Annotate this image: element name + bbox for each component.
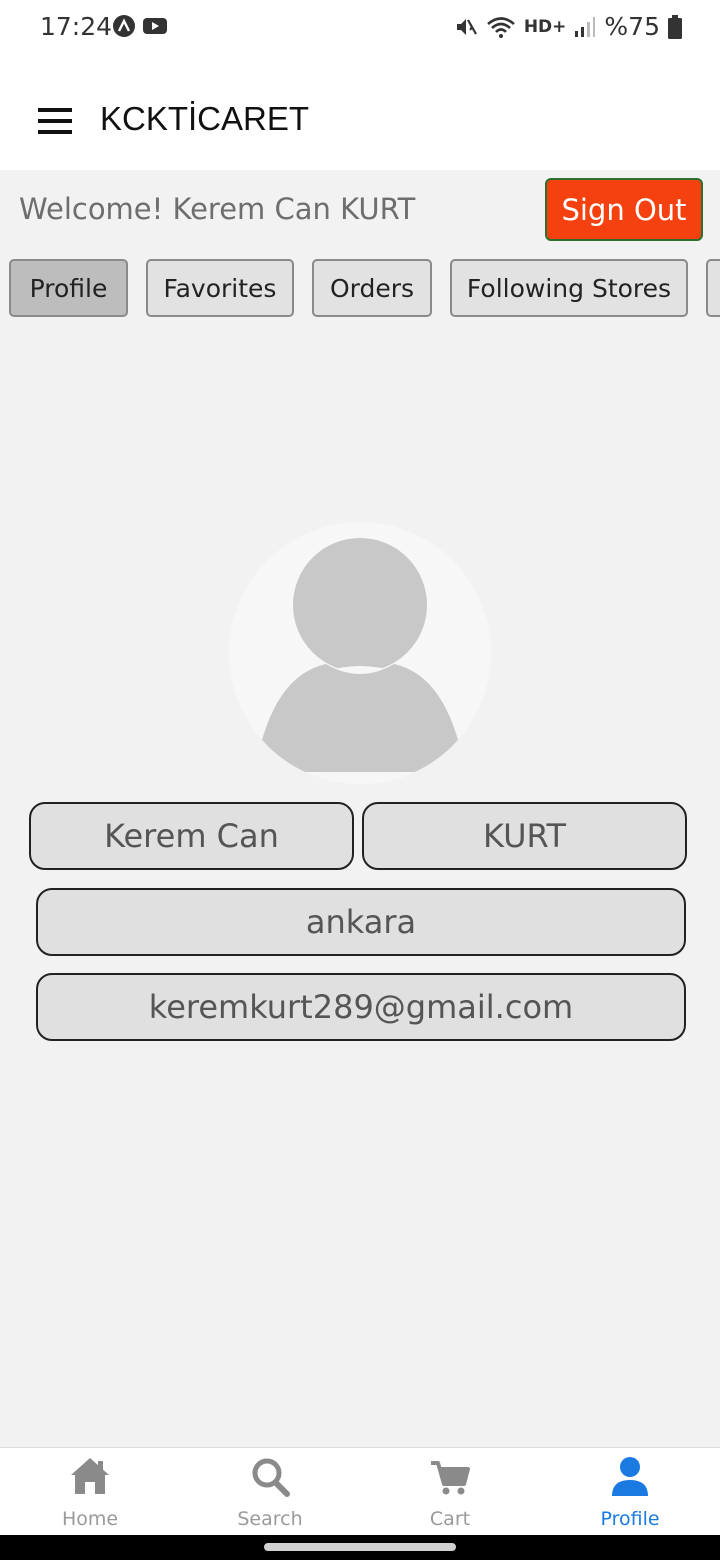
nav-search[interactable]: Search [180, 1448, 360, 1536]
home-gesture-handle[interactable] [264, 1543, 456, 1551]
youtube-icon [143, 18, 167, 34]
email-field[interactable]: keremkurt289@gmail.com [36, 973, 686, 1041]
tab-profile[interactable]: Profile [9, 259, 128, 317]
nav-cart-label: Cart [429, 1508, 471, 1530]
app-bar: KCKTİCARET [0, 56, 720, 170]
avatar-placeholder-icon [262, 533, 458, 772]
avatar[interactable] [229, 522, 491, 784]
status-right: HD+ %75 [454, 12, 682, 41]
welcome-text: Welcome! Kerem Can KURT [19, 192, 416, 226]
nav-home[interactable]: Home [0, 1448, 180, 1536]
app-title: KCKTİCARET [100, 100, 310, 137]
nav-profile[interactable]: Profile [540, 1448, 720, 1536]
nav-home-label: Home [61, 1508, 119, 1530]
tab-favorites[interactable]: Favorites [146, 259, 294, 317]
screen: 17:24 HD+ %75 KCKTİCARET Welcome! Kerem … [0, 0, 720, 1560]
wifi-icon [486, 16, 515, 38]
tab-more[interactable] [706, 259, 720, 317]
mute-icon [456, 18, 477, 35]
status-bar: 17:24 HD+ %75 [0, 0, 720, 56]
system-gesture-bar [0, 1535, 720, 1560]
nav-cart[interactable]: Cart [360, 1448, 540, 1536]
battery-percent: %75 [604, 12, 660, 41]
sign-out-button[interactable]: Sign Out [545, 178, 703, 241]
last-name-field[interactable]: KURT [362, 802, 687, 870]
search-icon [252, 1458, 290, 1497]
app-notification-icon [113, 15, 135, 37]
status-time: 17:24 [40, 12, 113, 41]
profile-tabs: Profile Favorites Orders Following Store… [0, 259, 720, 317]
home-icon [71, 1458, 109, 1494]
person-icon [612, 1457, 648, 1496]
network-type-label: HD+ [523, 16, 567, 37]
menu-icon[interactable] [38, 108, 72, 134]
nav-profile-label: Profile [600, 1508, 660, 1530]
cart-icon [431, 1461, 470, 1495]
status-notification-icons [112, 14, 168, 38]
first-name-field[interactable]: Kerem Can [29, 802, 354, 870]
bottom-nav: Home Search Cart Profile [0, 1447, 720, 1536]
tab-following-stores[interactable]: Following Stores [450, 259, 688, 317]
city-field[interactable]: ankara [36, 888, 686, 956]
signal-icon [575, 16, 596, 37]
tab-orders[interactable]: Orders [312, 259, 432, 317]
nav-search-label: Search [237, 1508, 303, 1530]
battery-icon [668, 14, 682, 39]
